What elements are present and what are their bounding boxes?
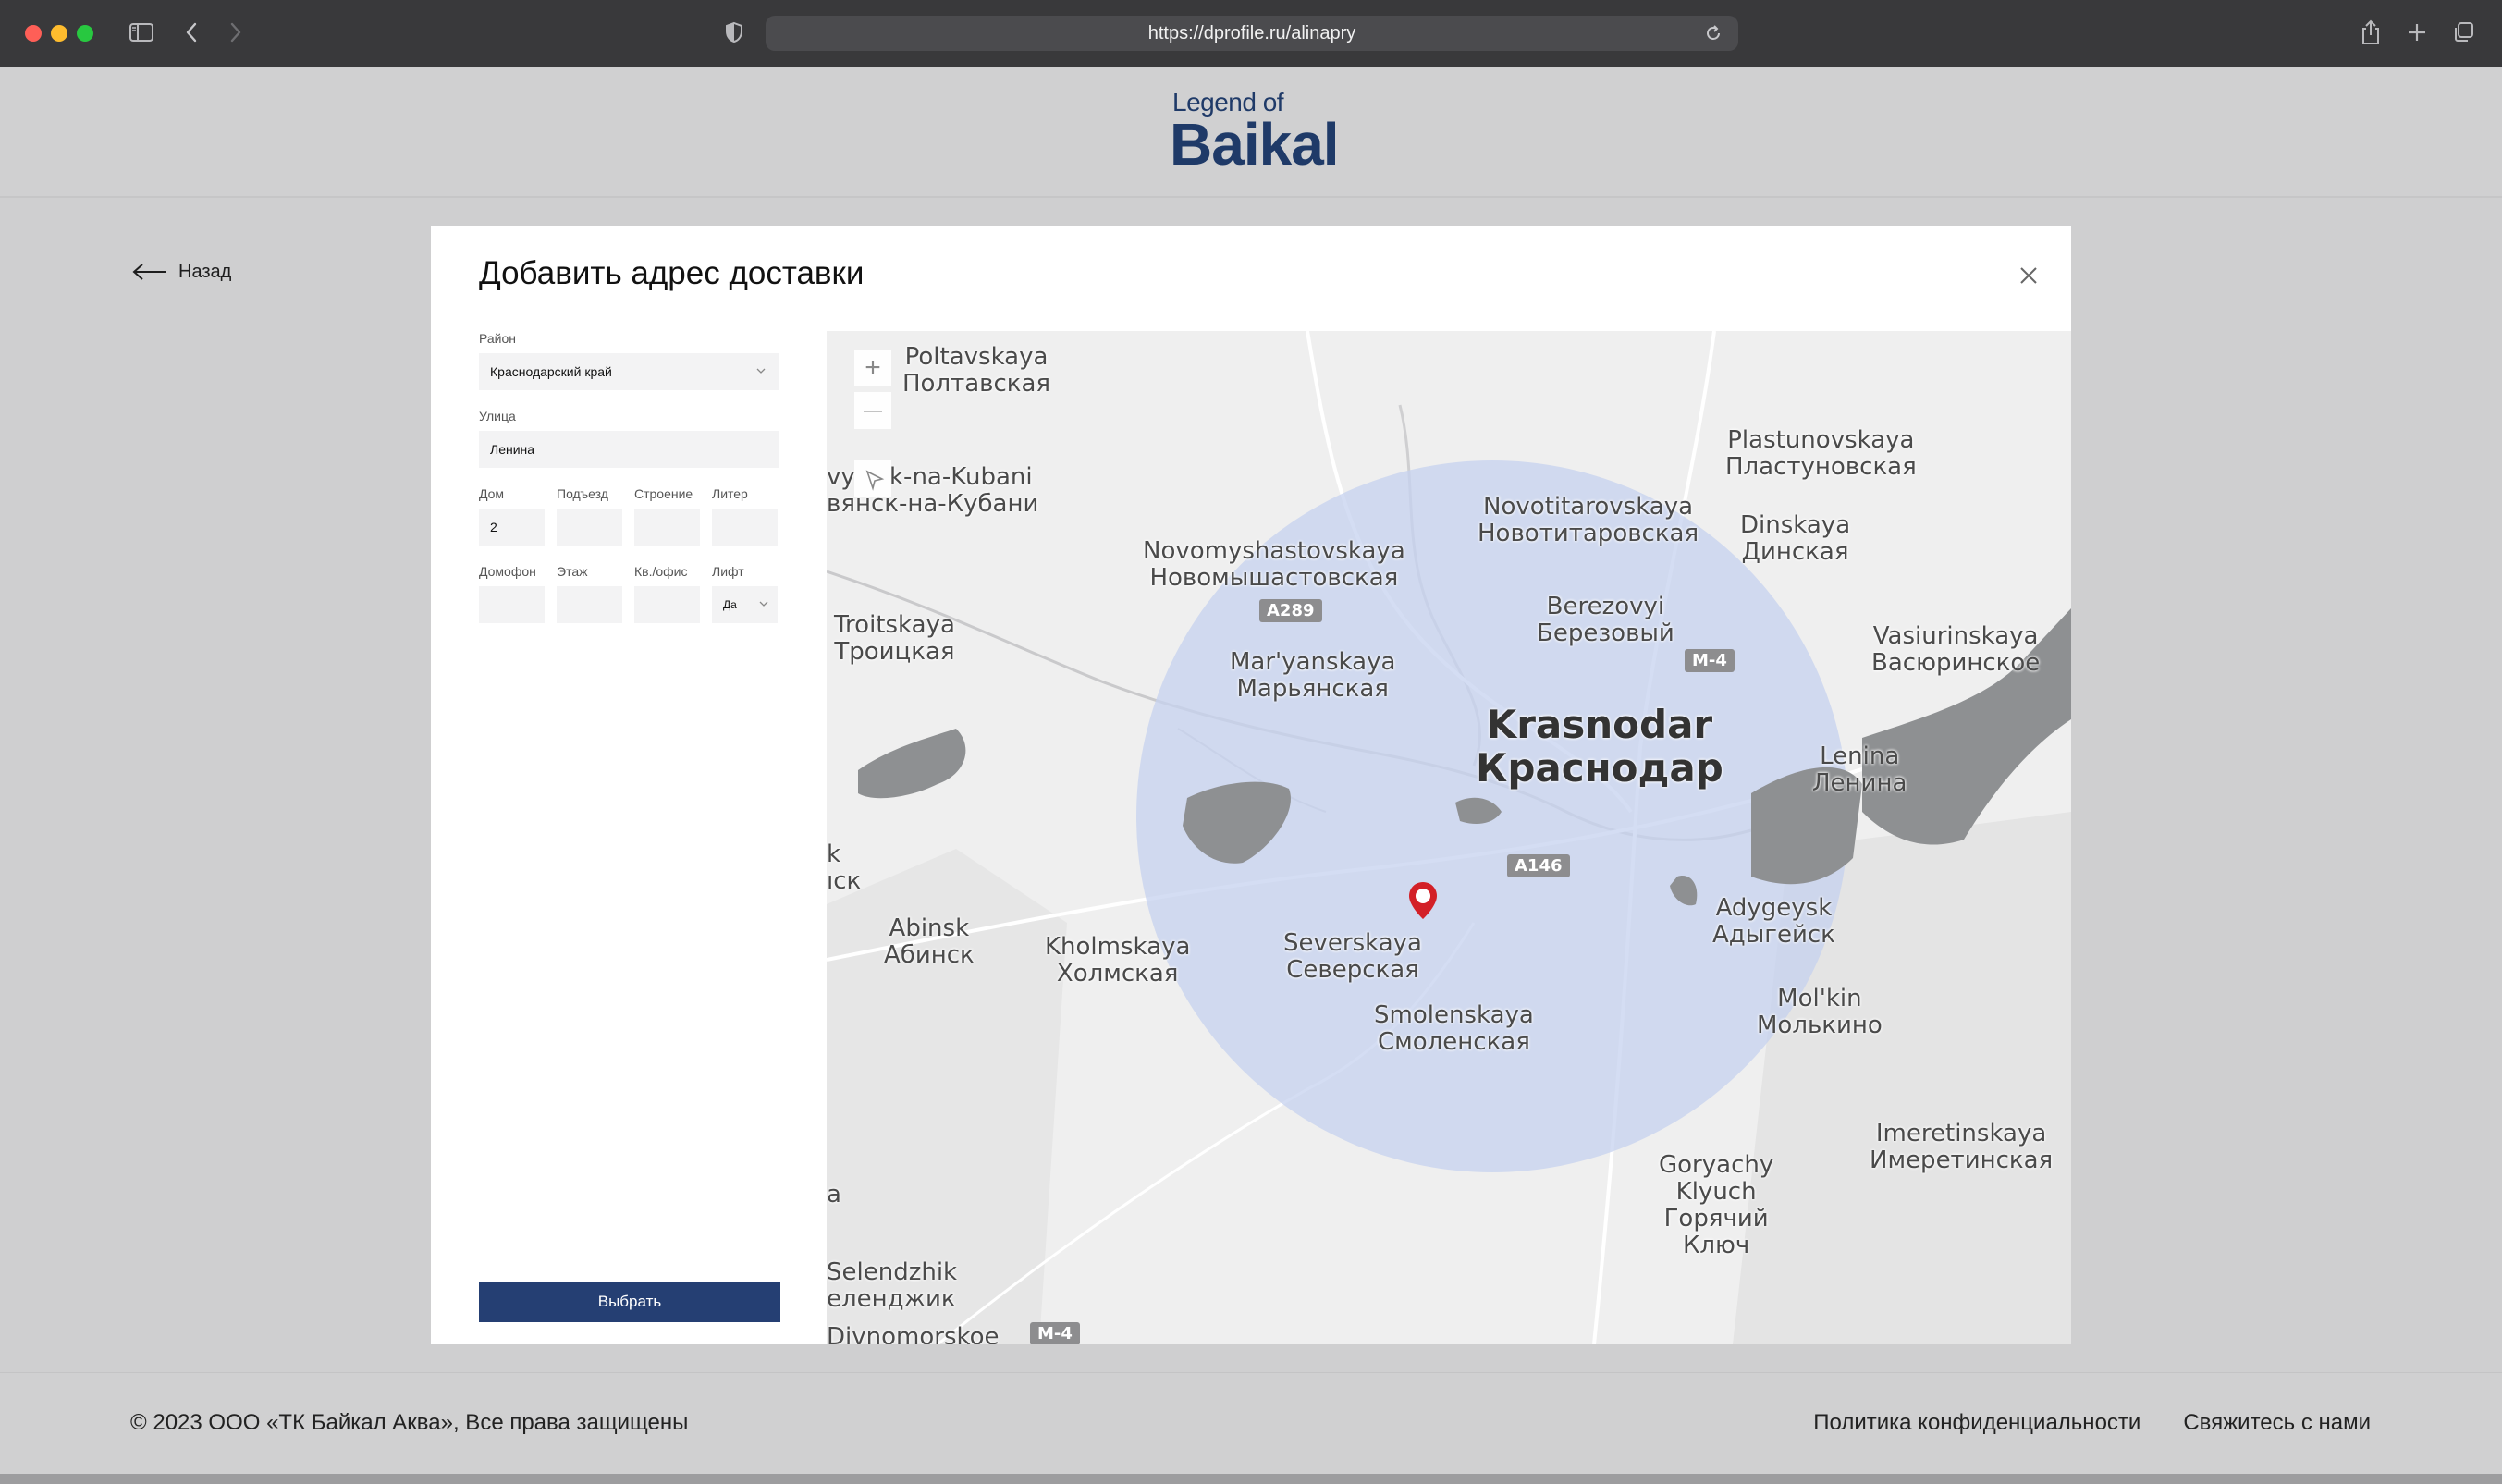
intercom-input[interactable] xyxy=(479,586,545,623)
share-icon[interactable] xyxy=(2358,17,2384,48)
map-label-vasiurinskaya: Vasiurinskaya Васюринское xyxy=(1871,622,2041,677)
address-bar[interactable]: https://dprofile.ru/alinapry xyxy=(766,16,1738,51)
back-arrow-icon[interactable] xyxy=(181,17,202,48)
map-label-vy: vy xyxy=(827,463,855,491)
entrance-label: Подъезд xyxy=(557,486,608,501)
road-badge-m4-south: M-4 xyxy=(1030,1322,1080,1344)
tabs-overview-icon[interactable] xyxy=(2450,17,2476,48)
floor-label: Этаж xyxy=(557,564,588,579)
map-label-adygeysk: Adygeysk Адыгейск xyxy=(1712,894,1835,949)
map-label-maryanskaya: Mar'yanskaya Марьянская xyxy=(1230,648,1396,703)
browser-toolbar: https://dprofile.ru/alinapry xyxy=(0,0,2502,67)
copyright-text: © 2023 ООО «ТК Байкал Аква», Все права з… xyxy=(130,1410,689,1435)
house-value: 2 xyxy=(490,520,497,534)
url-text: https://dprofile.ru/alinapry xyxy=(1147,22,1356,43)
apartment-label: Кв./офис xyxy=(634,564,688,579)
shield-icon[interactable] xyxy=(723,17,745,48)
map-label-molkin: Mol'kin Молькино xyxy=(1757,985,1883,1039)
delivery-map[interactable]: + — Poltavskaya Полтавская k-na-Kubani вян… xyxy=(827,331,2071,1344)
map-label-severskaya: Severskaya Северская xyxy=(1283,929,1422,984)
maximize-window-button[interactable] xyxy=(77,25,93,42)
map-label-novotitarovskaya: Novotitarovskaya Новотитаровская xyxy=(1478,493,1699,547)
zoom-out-button[interactable]: — xyxy=(854,392,891,429)
road-badge-a289: A289 xyxy=(1259,599,1322,622)
region-select[interactable]: Краснодарский край xyxy=(479,353,779,390)
chevron-down-icon xyxy=(759,601,768,607)
floor-input[interactable] xyxy=(557,586,622,623)
lift-value: Да xyxy=(723,598,737,611)
reload-icon[interactable] xyxy=(1701,21,1725,45)
modal-title: Добавить адрес доставки xyxy=(479,255,865,291)
close-window-button[interactable] xyxy=(25,25,42,42)
building-input[interactable] xyxy=(634,509,700,546)
map-label-divnomorskoe: Divnomorskoe xyxy=(827,1323,1000,1345)
map-label-kholmskaya: Kholmskaya Холмская xyxy=(1045,933,1191,987)
map-label-berezovyi: Berezovyi Березовый xyxy=(1537,593,1674,647)
map-label-novomyshastovskaya: Novomyshastovskaya Новомышастовская xyxy=(1143,537,1405,592)
region-value: Краснодарский край xyxy=(490,364,612,379)
map-label-k: k ıск xyxy=(827,840,862,895)
close-icon[interactable] xyxy=(2018,264,2040,287)
road-badge-a146: A146 xyxy=(1507,854,1570,877)
entrance-input[interactable] xyxy=(557,509,622,546)
forward-arrow-icon[interactable] xyxy=(226,17,246,48)
road-badge-m4: M-4 xyxy=(1685,649,1735,672)
sidebar-toggle-icon[interactable] xyxy=(128,17,155,48)
zoom-in-button[interactable]: + xyxy=(854,350,891,386)
region-label: Район xyxy=(479,331,516,346)
apartment-input[interactable] xyxy=(634,586,700,623)
house-input[interactable]: 2 xyxy=(479,509,545,546)
map-label-troitskaya: Troitskaya Троицкая xyxy=(834,611,955,666)
new-tab-icon[interactable] xyxy=(2404,17,2430,48)
street-label: Улица xyxy=(479,409,516,423)
back-label: Назад xyxy=(178,261,232,282)
window-bottom-edge xyxy=(0,1474,2502,1484)
address-form: Район Краснодарский край Улица Ленина До… xyxy=(479,331,779,623)
map-label-plastunovskaya: Plastunovskaya Пластуновская xyxy=(1725,426,1917,481)
house-label: Дом xyxy=(479,486,505,501)
liter-input[interactable] xyxy=(712,509,778,546)
street-input[interactable]: Ленина xyxy=(479,431,779,468)
map-label-slavyansk: k-na-Kubani вянск-на-Кубани xyxy=(827,463,1039,518)
map-label-smolenskaya: Smolenskaya Смоленская xyxy=(1374,1001,1534,1056)
street-value: Ленина xyxy=(490,442,535,457)
map-label-goryachy-klyuch: Goryachy Klyuch Горячий Ключ xyxy=(1659,1151,1774,1259)
map-label-abinsk: Abinsk Абинск xyxy=(884,914,975,969)
back-link[interactable]: Назад xyxy=(132,257,231,287)
add-address-modal: Добавить адрес доставки Район Краснодарс… xyxy=(431,226,2071,1344)
map-label-a: a xyxy=(827,1181,841,1208)
site-footer: © 2023 ООО «ТК Байкал Аква», Все права з… xyxy=(0,1372,2502,1474)
intercom-label: Домофон xyxy=(479,564,536,579)
map-label-dinskaya: Dinskaya Динская xyxy=(1740,511,1851,566)
minimize-window-button[interactable] xyxy=(51,25,67,42)
map-label-lenina: Lenina Ленина xyxy=(1812,742,1907,797)
site-header: Legend of Baikal xyxy=(0,68,2502,198)
map-label-krasnodar: Krasnodar Краснодар xyxy=(1476,702,1723,791)
liter-label: Литер xyxy=(712,486,748,501)
arrow-left-icon xyxy=(132,264,166,280)
contact-link[interactable]: Свяжитесь с нами xyxy=(2183,1410,2371,1436)
lift-select[interactable]: Да xyxy=(712,586,778,623)
privacy-policy-link[interactable]: Политика конфиденциальности xyxy=(1813,1410,2140,1436)
lift-label: Лифт xyxy=(712,564,744,579)
map-label-imeretinskaya: Imeretinskaya Имеретинская xyxy=(1870,1120,2054,1174)
building-label: Строение xyxy=(634,486,693,501)
location-pin-icon[interactable] xyxy=(1407,880,1439,921)
map-label-poltavskaya: Poltavskaya Полтавская xyxy=(902,343,1051,398)
select-button[interactable]: Выбрать xyxy=(479,1282,780,1322)
logo-wordmark: Baikal xyxy=(1170,111,1340,178)
brand-logo[interactable]: Legend of Baikal xyxy=(1170,89,1340,181)
chevron-down-icon xyxy=(756,368,766,374)
map-label-gelendzhik: Selendzhik еленджик xyxy=(827,1258,958,1313)
